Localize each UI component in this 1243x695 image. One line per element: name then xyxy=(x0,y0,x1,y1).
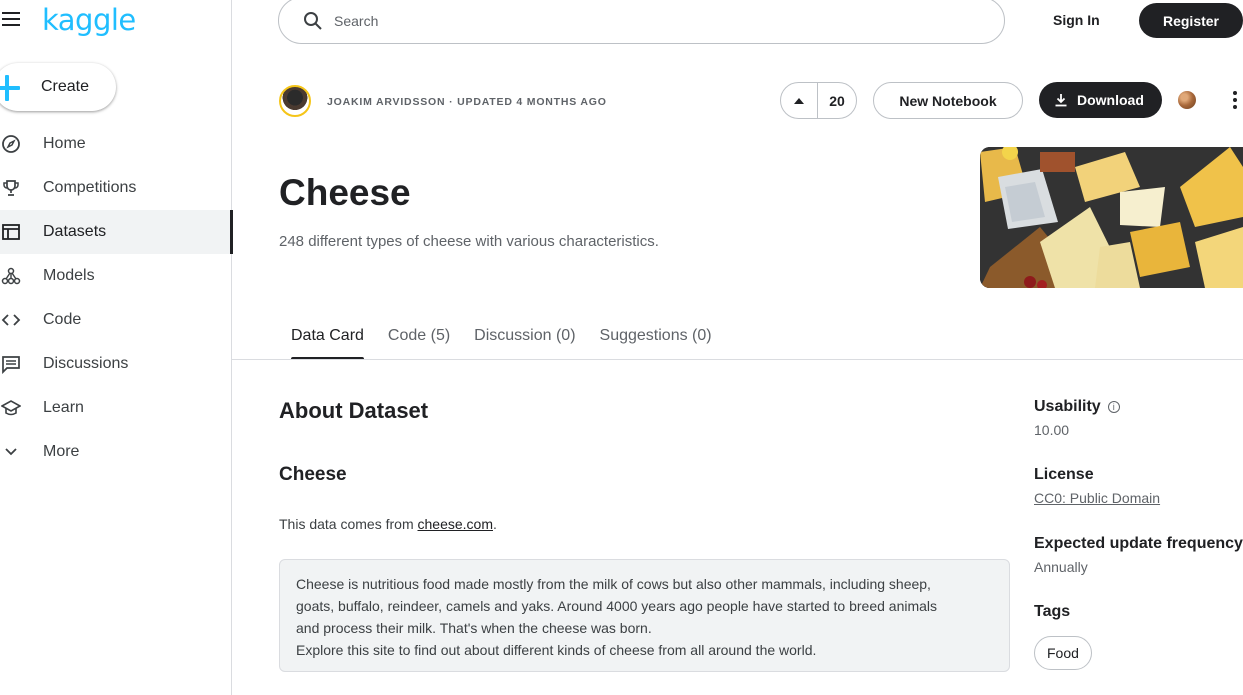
quote-line: goats, buffalo, reindeer, camels and yak… xyxy=(296,598,938,614)
page-subtitle: 248 different types of cheese with vario… xyxy=(279,233,659,250)
sidebar-item-label: Datasets xyxy=(43,223,107,240)
sidebar-nav: Home Competitions Datasets Models Code D… xyxy=(0,122,233,474)
download-label: Download xyxy=(1077,92,1144,108)
dataset-byline[interactable]: JOAKIM ARVIDSSON · UPDATED 4 MONTHS AGO xyxy=(327,96,607,108)
sidebar-item-code[interactable]: Code xyxy=(0,298,232,342)
quote-line: Explore this site to find out about diff… xyxy=(296,642,817,658)
sidebar-item-models[interactable]: Models xyxy=(0,254,232,298)
usability-label-text: Usability xyxy=(1034,398,1101,415)
models-icon xyxy=(1,267,21,285)
compass-icon xyxy=(2,135,20,153)
graduation-cap-icon xyxy=(1,400,21,416)
update-frequency-section: Expected update frequency Annually xyxy=(1034,535,1243,575)
create-label: Create xyxy=(41,78,90,95)
chevron-down-icon xyxy=(5,448,17,456)
sign-in-button[interactable]: Sign In xyxy=(1053,12,1100,28)
new-notebook-button[interactable]: New Notebook xyxy=(873,82,1023,119)
sidebar-item-label: Code xyxy=(43,311,82,328)
tab-suggestions[interactable]: Suggestions (0) xyxy=(588,318,724,360)
code-icon xyxy=(1,314,21,326)
sidebar-item-more[interactable]: More xyxy=(0,430,232,474)
license-section: License CC0: Public Domain xyxy=(1034,466,1243,508)
sidebar-item-label: Competitions xyxy=(43,179,137,196)
sidebar-item-label: Learn xyxy=(43,399,84,416)
source-prefix: This data comes from xyxy=(279,516,418,532)
sidebar-item-datasets[interactable]: Datasets xyxy=(0,210,233,254)
sidebar-item-discussions[interactable]: Discussions xyxy=(0,342,232,386)
sidebar-item-home[interactable]: Home xyxy=(0,122,232,166)
sidebar-item-label: More xyxy=(43,443,80,460)
tab-code[interactable]: Code (5) xyxy=(376,318,462,360)
comments-icon xyxy=(2,356,20,374)
source-text: This data comes from cheese.com. xyxy=(279,516,497,532)
page-title: Cheese xyxy=(279,172,411,213)
sidebar-item-label: Discussions xyxy=(43,355,129,372)
description-blockquote: Cheese is nutritious food made mostly fr… xyxy=(279,559,1010,672)
section-heading: Cheese xyxy=(279,464,347,485)
more-options-icon[interactable] xyxy=(1230,91,1240,111)
sidebar: kaggle Create Home Competitions Datasets… xyxy=(0,0,233,695)
upvote-control: 20 xyxy=(780,82,857,119)
register-button[interactable]: Register xyxy=(1139,3,1243,38)
tags-label: Tags xyxy=(1034,603,1071,620)
search-placeholder: Search xyxy=(334,13,379,29)
sidebar-item-label: Models xyxy=(43,267,95,284)
about-dataset-heading: About Dataset xyxy=(279,398,429,423)
usability-label: Usability i xyxy=(1034,398,1243,416)
medal-icon xyxy=(1178,91,1196,109)
license-label: License xyxy=(1034,466,1094,483)
plus-icon xyxy=(0,75,20,101)
quote-line: and process their milk. That's when the … xyxy=(296,620,652,636)
tab-discussion[interactable]: Discussion (0) xyxy=(462,318,587,360)
download-icon xyxy=(1055,94,1067,107)
kaggle-logo[interactable]: kaggle xyxy=(42,3,136,37)
usability-value: 10.00 xyxy=(1034,422,1070,438)
tag-chip[interactable]: Food xyxy=(1034,636,1092,670)
tags-section: Tags Food xyxy=(1034,603,1243,670)
trophy-icon xyxy=(3,180,19,196)
update-frequency-label: Expected update frequency xyxy=(1034,535,1243,552)
update-frequency-value: Annually xyxy=(1034,559,1088,575)
dataset-tabs: Data Card Code (5) Discussion (0) Sugges… xyxy=(279,318,724,360)
hamburger-menu-icon[interactable] xyxy=(2,12,22,28)
quote-line: Cheese is nutritious food made mostly fr… xyxy=(296,576,931,592)
usability-section: Usability i 10.00 xyxy=(1034,398,1243,438)
sidebar-item-learn[interactable]: Learn xyxy=(0,386,232,430)
tabs-divider xyxy=(232,359,1243,360)
create-button[interactable]: Create xyxy=(0,63,116,111)
tab-data-card[interactable]: Data Card xyxy=(279,318,376,360)
sidebar-item-competitions[interactable]: Competitions xyxy=(0,166,232,210)
license-link[interactable]: CC0: Public Domain xyxy=(1034,490,1160,506)
source-link[interactable]: cheese.com xyxy=(418,516,493,532)
download-button[interactable]: Download xyxy=(1039,82,1162,118)
table-icon xyxy=(2,224,20,240)
search-input[interactable]: Search xyxy=(278,0,1005,44)
source-suffix: . xyxy=(492,516,497,532)
dataset-cover-image xyxy=(980,147,1243,288)
search-icon xyxy=(304,12,322,30)
info-icon[interactable]: i xyxy=(1107,401,1120,413)
upvote-count: 20 xyxy=(829,92,845,109)
avatar[interactable] xyxy=(279,85,311,117)
upvote-button[interactable] xyxy=(781,83,818,118)
sidebar-item-label: Home xyxy=(43,135,86,152)
